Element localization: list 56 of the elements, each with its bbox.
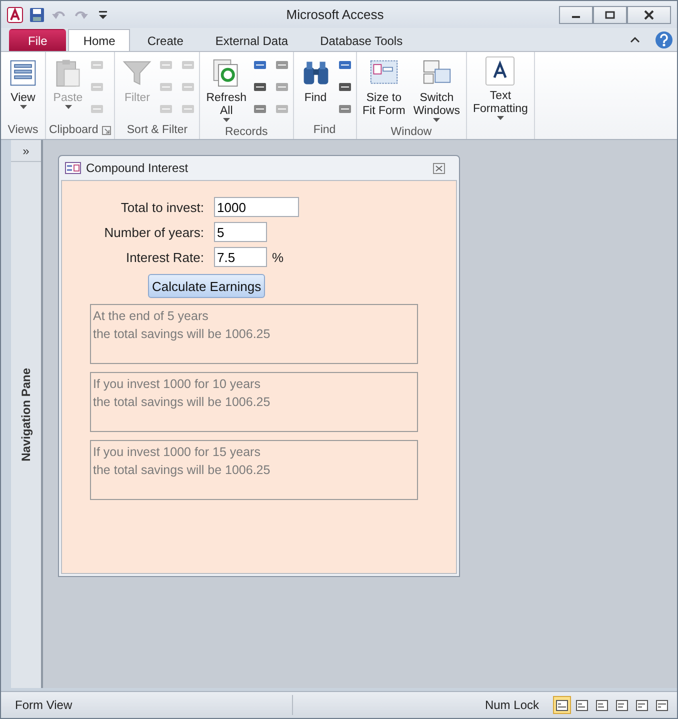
result-text: the total savings will be 1006.25 [93, 462, 270, 479]
navigation-pane-label[interactable]: Navigation Pane [19, 368, 33, 462]
group-label: Sort & Filter [126, 124, 188, 136]
ribbon-tab[interactable]: Database Tools [305, 29, 418, 51]
ribbon-tab[interactable]: Create [132, 29, 198, 51]
result-text: the total savings will be 1006.25 [93, 326, 270, 343]
field-label: Number of years: [103, 224, 204, 240]
help-icon[interactable] [655, 31, 673, 49]
result-text: If you invest 1000 for 15 years [93, 444, 260, 461]
caret-icon [222, 118, 230, 123]
caret-icon [433, 118, 440, 123]
group-label: Clipboard [49, 124, 98, 136]
view-mode-text: Form View [15, 698, 72, 712]
ribbon-button[interactable]: Find [296, 54, 335, 121]
view-switch-button[interactable] [553, 696, 571, 714]
group-label: Window [390, 126, 432, 138]
result-text: If you invest 1000 for 10 years [93, 376, 260, 393]
group-label: Records [224, 126, 268, 138]
caret-icon [64, 105, 72, 110]
app-icon[interactable] [7, 6, 23, 22]
close-icon[interactable] [433, 162, 445, 174]
form-layout-icon [8, 58, 38, 88]
caret-icon [496, 116, 504, 121]
ribbon-button[interactable]: Text Formatting [470, 54, 531, 123]
group-label: Views [8, 124, 38, 136]
ribbon-tab[interactable]: Home [68, 29, 130, 51]
ribbon-button[interactable]: Refresh All [203, 54, 250, 125]
dialog-launcher-icon[interactable] [102, 126, 112, 134]
percent-sign: % [272, 250, 284, 264]
ribbon-tab[interactable]: File [9, 29, 66, 51]
result-text: the total savings will be 1006.25 [93, 394, 270, 411]
restore-button[interactable] [593, 6, 627, 24]
input-field[interactable]: 7.5 [214, 247, 267, 267]
restore-icon [605, 10, 615, 18]
close-button[interactable] [627, 6, 671, 24]
field-label: Total to invest: [120, 200, 204, 214]
input-field[interactable]: 1000 [214, 197, 299, 217]
ribbon-tab[interactable]: External Data [200, 29, 304, 51]
caret-icon [20, 105, 26, 110]
calculate-button[interactable]: Calculate Earnings [148, 274, 266, 298]
ribbon-button[interactable]: Switch Windows [410, 54, 463, 125]
ribbon-button[interactable]: View [4, 54, 42, 121]
font-icon [485, 56, 516, 86]
minimize-button[interactable] [559, 6, 593, 24]
form-icon [65, 162, 81, 174]
num-lock-indicator: Num Lock [484, 698, 539, 712]
field-label: Interest Rate: [124, 250, 204, 264]
form-title: Compound Interest [86, 161, 188, 175]
result-text: At the end of 5 years [93, 308, 208, 325]
close-icon [644, 10, 654, 20]
expand-pane-button[interactable]: » [11, 140, 41, 162]
window-title: Microsoft Access [285, 7, 385, 22]
group-label: Find [313, 124, 336, 136]
save-icon[interactable] [29, 6, 45, 22]
input-field[interactable]: 5 [214, 222, 267, 242]
ribbon-button[interactable]: Size to Fit Form [360, 54, 408, 125]
